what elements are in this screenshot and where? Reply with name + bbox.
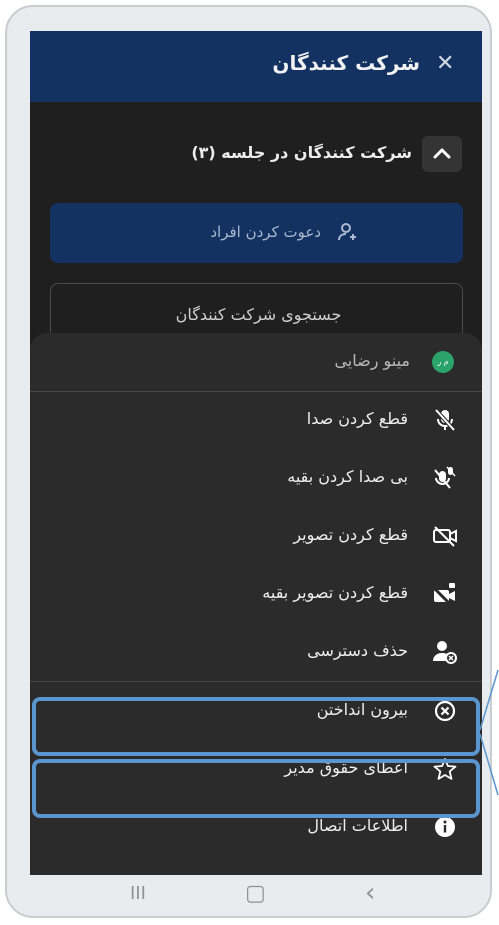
annotation-pointer-lines	[479, 670, 499, 796]
video-off-all-icon	[432, 583, 455, 607]
menu-item-label: بی صدا کردن بقیه	[287, 467, 408, 486]
recent-apps-button[interactable]: III	[130, 883, 146, 904]
participant-actions-menu: مینو رضایی م ر قطع کردن صدا بی صدا کردن …	[30, 333, 482, 875]
grant-admin-item[interactable]: اعطای حقوق مدیر	[30, 740, 482, 798]
invite-label: دعوت کردن افراد	[210, 223, 321, 241]
mute-audio-item[interactable]: قطع کردن صدا	[30, 391, 482, 449]
video-off-item[interactable]: قطع کردن تصویر	[30, 507, 482, 565]
menu-user-header: مینو رضایی م ر	[30, 333, 482, 392]
collapse-button[interactable]	[422, 136, 462, 172]
video-off-others-item[interactable]: قطع کردن تصویر بقیه	[30, 565, 482, 623]
menu-item-label: اطلاعات اتصال	[307, 816, 408, 835]
menu-item-label: حذف دسترسی	[307, 641, 408, 660]
video-off-icon	[433, 526, 457, 547]
menu-item-label: قطع کردن تصویر	[293, 525, 408, 544]
participants-section-title: شرکت کنندگان در جلسه (۳)	[191, 143, 412, 162]
revoke-access-item[interactable]: حذف دسترسی	[30, 623, 482, 681]
menu-item-label: قطع کردن صدا	[306, 409, 408, 428]
back-button[interactable]: ‹	[365, 878, 375, 908]
android-nav-bar: III ▢ ‹	[30, 875, 482, 925]
avatar: م ر	[432, 351, 454, 373]
star-icon	[433, 758, 457, 780]
person-add-icon	[338, 223, 356, 241]
menu-item-label: بیرون انداختن	[316, 700, 408, 719]
close-icon[interactable]: ✕	[436, 51, 454, 77]
person-remove-icon	[433, 641, 457, 664]
kick-out-item[interactable]: بیرون انداختن	[30, 682, 482, 740]
chevron-up-icon	[433, 148, 451, 159]
page-title: شرکت کنندگان	[272, 51, 420, 75]
menu-item-label: قطع کردن تصویر بقیه	[262, 583, 408, 602]
mic-off-icon	[434, 408, 456, 432]
app-screen: شرکت کنندگان ✕ شرکت کنندگان در جلسه (۳) …	[30, 31, 482, 875]
mic-off-all-icon	[434, 466, 456, 489]
menu-item-label: اعطای حقوق مدیر	[284, 758, 408, 777]
kick-out-icon	[434, 700, 456, 722]
info-icon	[435, 817, 455, 837]
invite-people-button[interactable]: دعوت کردن افراد	[50, 203, 463, 263]
participants-header: شرکت کنندگان ✕	[30, 31, 482, 102]
home-button[interactable]: ▢	[245, 881, 266, 906]
mute-others-item[interactable]: بی صدا کردن بقیه	[30, 449, 482, 507]
participant-name: مینو رضایی	[334, 351, 410, 370]
connection-info-item[interactable]: اطلاعات اتصال	[30, 798, 482, 856]
